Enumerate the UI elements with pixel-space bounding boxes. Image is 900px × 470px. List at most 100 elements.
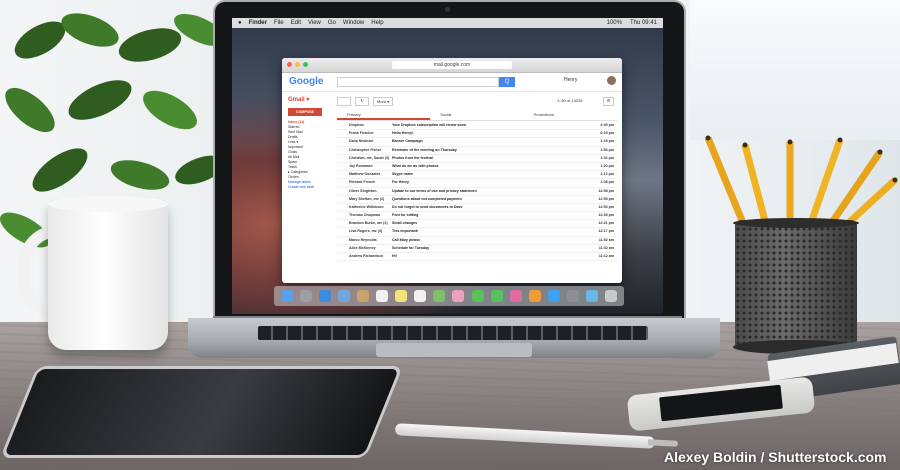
itunes-icon[interactable] — [509, 290, 522, 302]
message-list: Dropbox Your Dropbox subscription will re… — [337, 122, 617, 262]
gmail-nav: Inbox (11) Starred Sent Mail Drafts Less… — [288, 120, 333, 190]
finder-icon[interactable] — [281, 290, 294, 302]
menu-item-file[interactable]: File — [274, 20, 284, 26]
row-sender: Richard French — [349, 180, 376, 185]
tablet — [0, 366, 404, 458]
row-sender: Alice McKinney — [349, 245, 376, 250]
mail-tabs: Primary Social Promotions — [337, 110, 617, 121]
photo-credit: Alexey Boldin / Shutterstock.com — [664, 449, 887, 465]
table-row[interactable]: Lisa Rogers, me (3) This important! 12:17 … — [337, 228, 617, 237]
notes-icon[interactable] — [395, 290, 408, 302]
select-checkbox[interactable] — [337, 97, 351, 106]
search-input[interactable] — [337, 77, 499, 87]
menu-item-window[interactable]: Window — [343, 20, 364, 26]
photos-icon[interactable] — [452, 290, 465, 302]
apple-icon[interactable]: ● — [238, 20, 242, 26]
menubar-clock[interactable]: Thu 09:41 — [630, 20, 657, 26]
contacts-icon[interactable] — [357, 290, 370, 302]
menu-item-edit[interactable]: Edit — [291, 20, 301, 26]
white-mug — [48, 200, 168, 350]
table-row[interactable]: Christopher Fisher Reminder of the meetin… — [337, 147, 617, 155]
row-sender: Andrew Richardson — [349, 254, 383, 258]
row-time: 1:20 pm — [600, 163, 614, 168]
row-sender: Dropbox — [349, 123, 364, 127]
systemprefs-icon[interactable] — [566, 290, 579, 302]
calendar-icon[interactable] — [376, 290, 389, 302]
safari-icon[interactable] — [319, 290, 332, 302]
gear-icon[interactable]: ⚙ — [603, 97, 614, 106]
avatar[interactable] — [607, 76, 616, 85]
tab-promotions[interactable]: Promotions — [524, 110, 617, 120]
messages-icon[interactable] — [471, 290, 484, 302]
row-sender: Lisa Rogers, me (3) — [349, 229, 383, 234]
launchpad-icon[interactable] — [300, 290, 313, 302]
mail-icon[interactable] — [338, 290, 351, 302]
row-time: 6:25 pm — [600, 131, 614, 136]
row-sender: Jay Romando — [349, 163, 373, 168]
row-subject: Hi! — [392, 254, 397, 258]
table-row[interactable]: Katherine Wilkinson Do not forget to send… — [337, 204, 617, 213]
ibooks-icon[interactable] — [528, 290, 541, 302]
tab-primary[interactable]: Primary — [337, 110, 431, 120]
menu-item-view[interactable]: View — [308, 20, 321, 26]
table-row[interactable]: Jay Romando What do we do with photos 1:20… — [337, 163, 617, 172]
maximize-icon[interactable] — [303, 62, 308, 67]
row-sender: Marco Reynolds — [349, 237, 377, 242]
table-row[interactable]: Andrew Richardson Hi! 11:12 am — [337, 253, 617, 262]
facetime-icon[interactable] — [490, 290, 503, 302]
row-sender: Thomas Chapman — [349, 213, 381, 218]
minimize-icon[interactable] — [295, 62, 300, 67]
table-row[interactable]: Matthew Gonzales Skype name 1:12 pm — [337, 171, 617, 180]
battery-status[interactable]: 100% — [607, 20, 622, 26]
row-time: 1:53 pm — [600, 147, 614, 152]
trash-icon[interactable] — [604, 290, 617, 302]
maps-icon[interactable] — [433, 290, 446, 302]
close-icon[interactable] — [287, 62, 292, 67]
browser-toolbar: mail.google.com — [282, 58, 622, 73]
mac-dock — [274, 286, 624, 306]
more-button[interactable]: More ▾ — [373, 97, 394, 106]
table-row[interactable]: Richard French For Henry 1:08 pm — [337, 179, 617, 188]
row-sender: Matthew Gonzales — [349, 172, 381, 177]
row-time: 12:21 pm — [598, 221, 614, 226]
address-bar[interactable]: mail.google.com — [392, 61, 512, 69]
gmail-label[interactable]: Gmail ▾ — [288, 96, 309, 103]
table-row[interactable]: Dropbox Your Dropbox subscription will re… — [337, 122, 617, 131]
row-subject: Schedule for Tuesday — [392, 245, 430, 250]
user-name[interactable]: Henry — [564, 77, 577, 83]
mug-rim — [48, 196, 168, 212]
row-sender: Dana Niwinski — [349, 139, 374, 144]
menu-item-finder[interactable]: Finder — [249, 20, 267, 26]
menu-item-go[interactable]: Go — [328, 20, 336, 26]
row-sender: Christian, me, Sarah (3) — [349, 155, 390, 160]
row-subject: Font for editing — [392, 213, 419, 218]
appstore-icon[interactable] — [547, 290, 560, 302]
google-logo[interactable]: Google — [289, 76, 323, 87]
row-time: 1:18 pm — [600, 139, 614, 144]
table-row[interactable]: Brandon Burke, me (2) Small changes 12:21 … — [337, 220, 617, 229]
row-subject: Questions about not completed payment — [392, 196, 462, 201]
table-row[interactable]: Oliver Singleton Update to our terms of u… — [337, 188, 617, 196]
table-row[interactable]: Dana Niwinski Banner Campaign 1:18 pm — [337, 138, 617, 147]
row-subject: Reminder of the meeting on Thursday — [392, 147, 457, 152]
menu-item-help[interactable]: Help — [371, 20, 383, 26]
laptop-screen: ● Finder File Edit View Go Window Help 1… — [232, 18, 663, 314]
compose-button[interactable]: COMPOSE — [288, 108, 322, 116]
pagination-range: 1–50 of 14235 — [557, 98, 583, 103]
table-row[interactable]: Marco Reynolds Call Mary please 11:52 am — [337, 237, 617, 245]
reminders-icon[interactable] — [414, 290, 427, 302]
table-row[interactable]: Christian, me, Sarah (3) Photos from the … — [337, 155, 617, 163]
nav-item-create-label[interactable]: Create new label — [288, 185, 333, 190]
tab-social[interactable]: Social — [430, 110, 523, 120]
mail-toolbar: ↻ More ▾ 1–50 of 14235 ⚙ — [337, 96, 617, 106]
search-button[interactable]: Q — [499, 77, 515, 87]
table-row[interactable]: Mary Shelton, me (2) Questions about not … — [337, 196, 617, 204]
row-subject: What do we do with photos — [392, 163, 439, 168]
table-row[interactable]: Frank Fletcher Hello Henry! 6:25 pm — [337, 130, 617, 139]
row-time: 12:17 pm — [598, 229, 614, 234]
row-time: 12:55 pm — [598, 196, 614, 201]
downloads-icon[interactable] — [585, 290, 598, 302]
table-row[interactable]: Thomas Chapman Font for editing 12:39 pm — [337, 212, 617, 221]
table-row[interactable]: Alice McKinney Schedule for Tuesday 11:32 … — [337, 245, 617, 253]
refresh-icon[interactable]: ↻ — [355, 97, 369, 106]
